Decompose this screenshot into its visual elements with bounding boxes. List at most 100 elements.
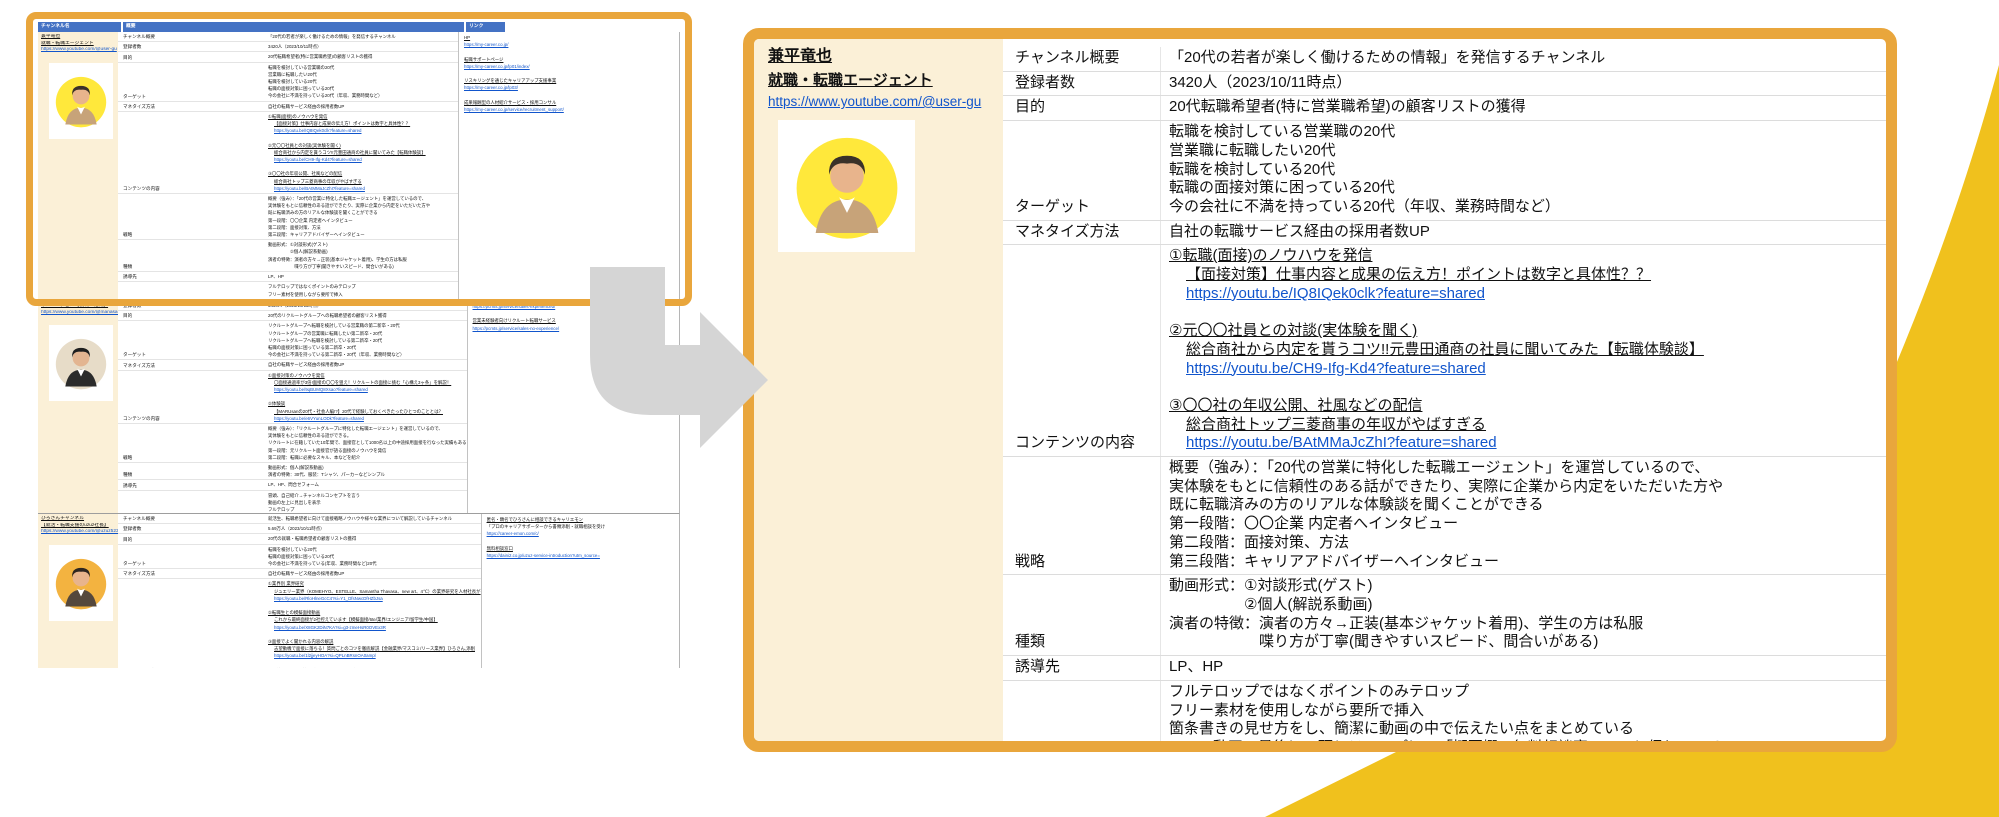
url-link[interactable]: https://youtu.be/X8GK2DiN7KA?si=g3-zmeHs…	[268, 624, 481, 631]
url-link[interactable]: https://my-career.co.jp/	[464, 41, 679, 48]
url-link[interactable]: https://youtu.be/CH9-Ifg-Kd4?feature=sha…	[1169, 360, 1886, 379]
row-label: 戦略	[1003, 457, 1160, 574]
text-line: リクルートグループの営業職に転職したい第二新卒・20代	[268, 330, 467, 337]
text-line: 第二段階：面接対策、方法	[1169, 534, 1886, 553]
url-link[interactable]: https://youtu.be/RloHlneGcC4?si=Y1_DfsNw…	[268, 595, 481, 602]
avatar-illustration	[53, 555, 109, 611]
underlined-text-line: ③〇〇社の年収公開、社風などの配信	[1169, 397, 1886, 416]
url-link[interactable]: https://youtu.be/BAtMMaJcZhI?feature=sha…	[1169, 434, 1886, 453]
row-content: 概要（強み）：「20代の営業に特化した転職エージェント」を運営しているので、実体…	[266, 194, 458, 239]
text-line: リクルートグループへ転職を検討している第二新卒・20代	[268, 337, 467, 344]
url-link[interactable]: https://my-career.co.jp/lp03/	[464, 84, 679, 91]
row-content: 3420人（2023/10/11時点）	[266, 42, 458, 51]
row-label: マネタイズ方法	[118, 569, 266, 578]
channel-detail-panel: 兼平竜也 就職・転職エージェント https://www.youtube.com…	[743, 28, 1897, 752]
text-line: 実体験をもとに信頼性のある話ができる。	[268, 432, 467, 439]
url-link[interactable]: https://youtu.be/IQ8IQek0clk?feature=sha…	[1169, 285, 1886, 304]
url-link[interactable]: https://www.youtube.com/@uzuz5236/featur…	[41, 529, 118, 536]
sheet-header-overview: 概要	[123, 22, 464, 32]
sheet-sub-row: マネタイズ方法自社の転職サービス経由の採用者数UP	[118, 359, 467, 369]
text-line: 第三段階：キャリアアドバイザーへインタビュー	[268, 231, 458, 238]
text-line	[1169, 378, 1886, 397]
text-line: 演者の特徴：演者の方々→正装(基本ジャケット着用)、学生の方は私服	[1169, 615, 1886, 634]
text-line	[464, 92, 679, 99]
row-content: 転職を検討している営業職の20代営業職に転職したい20代転職を検討している20代…	[1160, 121, 1886, 220]
row-label: コンテンツの内容	[118, 579, 266, 668]
text-line: リクルートに在籍していた10年間で、面接官として1000名以上の中途採用面接を行…	[268, 439, 467, 446]
channel-overview-cell: チャンネル概要就活生、転職希望者に向けて面接戦略ノウハウや様々な業界について解説…	[118, 514, 481, 668]
url-link[interactable]: https://youtu.be/1l2jjeyHOA?si=QPLnBRsnO…	[268, 652, 481, 659]
text-line: 今の会社に不満を持っている20代（年収、業務時間など）	[268, 92, 458, 99]
channel-name-cell: ひろさんチャンネル【就活・転職支援のuzuz社長】https://www.you…	[38, 514, 118, 668]
related-links-cell: 匿名・顕名でひろさんに相談できるキャリエモン「プロのキャリアサポーターから書類添…	[481, 514, 679, 668]
sheet-sub-row: コンテンツの内容①業界別 業界研究ジュエリー業界（KOMEHYO、ESTELLE…	[118, 578, 481, 668]
detail-row: 種類動画形式：①対談形式(ゲスト) ②個人(解説系動画)演者の特徴：演者の方々→…	[1003, 574, 1886, 655]
text-line: 5460人（2023/10/11時点）	[268, 302, 467, 309]
underlined-text-line: 匿名・顕名でひろさんに相談できるキャリエモン	[487, 516, 679, 523]
underlined-text-line: 転職サポートページ	[464, 56, 679, 63]
url-link[interactable]: https://daini2.co.jp/uzuz-service-introd…	[487, 552, 679, 559]
row-content: 20代転職希望者(特に営業職希望)の顧客リストの獲得	[266, 52, 458, 61]
row-content: 転職を検討している営業職の20代営業職に転職したい20代転職を検討している20代…	[266, 63, 458, 101]
sheet-sub-row: コンテンツの内容①転職(面接)のノウハウを発信【面接対策】仕事内容と成果の伝え方…	[118, 111, 458, 193]
row-label: チャンネル概要	[118, 514, 266, 523]
underlined-text-line: これから最終面接が2社控えています【模擬面接/6te/業界/エンジニア/留学生/…	[268, 616, 481, 623]
text-line: LP、HP、問合せフォーム	[268, 481, 467, 488]
underlined-text-line: 成果報酬型の人材紹介サービス・採用コンサル	[464, 99, 679, 106]
channel-name-cell: 兼平竜也就職・転職エージェントhttps://www.youtube.com/@…	[38, 32, 118, 300]
text-line: 5.69万人（2023/10/11時点）	[268, 525, 481, 532]
row-label: 誘導先	[1003, 656, 1160, 680]
underlined-text-line: 総合商社から内定を貰うコツ!!元豊田通商の社員に聞いてみた【転職体験談】	[268, 149, 458, 156]
text-line	[464, 70, 679, 77]
text-line: 第一段階：〇〇企業 内定者へインタビュー	[268, 217, 458, 224]
sheet-sub-row: 目的20代転職希望者(特に営業職希望)の顧客リストの獲得	[118, 51, 458, 61]
url-link[interactable]: https://my-career.co.jp/lp01/index/	[464, 63, 679, 70]
row-label: マネタイズ方法	[118, 102, 266, 111]
row-content: 転職を検討している20代転職の面接対策に困っている20代今の会社に不満を持ってい…	[266, 545, 481, 569]
text-line	[268, 660, 481, 667]
url-link[interactable]: https://career-emon.com/c/	[487, 530, 679, 537]
row-content: ①転職(面接)のノウハウを発信【面接対策】仕事内容と成果の伝え方！ポイントは数字…	[266, 112, 458, 193]
text-line: CTA：動画の最後に口頭とテロップにて「概要欄の無料相談窓口へ」と促している	[1169, 739, 1886, 752]
text-line	[268, 631, 481, 638]
row-label: 目的	[118, 311, 266, 320]
url-link[interactable]: https://youtu.be/IQ8IQek0clk?feature=sha…	[268, 127, 458, 134]
sheet-sub-row: 戦略概要（強み）：「20代の営業に特化した転職エージェント」を運営しているので、…	[118, 193, 458, 239]
text-line: 自社の転職サービス経由の採用者数UP	[1169, 223, 1886, 242]
row-content: ①面接対策のノウハウを発信〇面接通過率が3倍!面接の〇〇を狙え！リクルートの面接…	[266, 371, 467, 423]
row-content: 概要（強み）：「リクルートグループに特化した転職エージェント」を運営しているので…	[266, 424, 467, 462]
url-link[interactable]: https://www.youtube.com/@user-gu	[41, 47, 118, 54]
channel-photo	[778, 120, 915, 252]
text-line: 概要（強み）：「20代の営業に特化した転職エージェント」を運営しているので、	[268, 195, 458, 202]
sheet-header-links: リンク	[466, 22, 505, 32]
underlined-text-line: ②元〇〇社員との対談(実体験を聞く)	[268, 142, 458, 149]
zoom-arrow-icon	[580, 260, 780, 460]
text-line: 箇条書きの見せ方をし、簡潔に動画の中で伝えたい点をまとめている	[268, 298, 458, 300]
row-content: 自社の転職サービス経由の採用者数UP	[266, 102, 458, 111]
url-link[interactable]: https://youtu.be/BAtMMaJcZhI?feature=sha…	[268, 185, 458, 192]
url-link[interactable]: https://my-career.co.jp/service/recruitm…	[464, 106, 679, 113]
row-content: 20代転職希望者(特に営業職希望)の顧客リストの獲得	[1160, 96, 1886, 120]
channel-url-link[interactable]: https://www.youtube.com/@user-gu	[768, 92, 995, 112]
channel-detail-table: チャンネル概要「20代の若者が楽しく働けるための情報」を発信するチャンネル登録者…	[1003, 39, 1886, 752]
url-link[interactable]: https://youtu.be/9qBUMQ8Xsao?feature=sha…	[268, 386, 467, 393]
url-link[interactable]: https://youtu.be/CH9-Ifg-Kd4?feature=sha…	[268, 156, 458, 163]
url-link[interactable]: https://www.youtube.com/@manasan-ch/abou…	[41, 310, 118, 317]
row-label: ターゲット	[118, 63, 266, 101]
sheet-sub-row: マネタイズ方法自社の転職サービス経由の採用者数UP	[118, 568, 481, 578]
url-link[interactable]: https://youtu.be/e6VYunLODk?feature=shar…	[268, 415, 467, 422]
row-content: 5.69万人（2023/10/11時点）	[266, 524, 481, 533]
text-line: 概要（強み）：「リクルートグループに特化した転職エージェント」を運営しているので…	[268, 425, 467, 432]
underlined-text-line: 【面接対策】仕事内容と成果の伝え方！ポイントは数字と具体性？？	[1169, 266, 1886, 285]
row-content: 「20代の若者が楽しく働けるための情報」を発信するチャンネル	[266, 32, 458, 41]
text-line	[268, 134, 458, 141]
sheet-sub-row: ターゲット転職を検討している営業職の20代営業職に転職したい20代転職を検討して…	[118, 62, 458, 101]
text-line: 第三段階：キャリアアドバイザーへインタビュー	[1169, 553, 1886, 572]
underlined-text-line: リノベーション【就職・転職】	[41, 303, 118, 310]
detail-row: コンテンツの内容①転職(面接)のノウハウを発信【面接対策】仕事内容と成果の伝え方…	[1003, 244, 1886, 456]
text-line: 自社の転職サービス経由の採用者数UP	[268, 570, 481, 577]
text-line: 20代の就職・転職希望者の顧客リストの獲得	[268, 535, 481, 542]
text-line: 転職の面接対策に困っている第二新卒・20代	[268, 344, 467, 351]
text-line: 概要（強み）：「20代の営業に特化した転職エージェント」を運営しているので、	[1169, 459, 1886, 478]
text-line: フルテロップではなくポイントのみテロップ	[1169, 683, 1886, 702]
